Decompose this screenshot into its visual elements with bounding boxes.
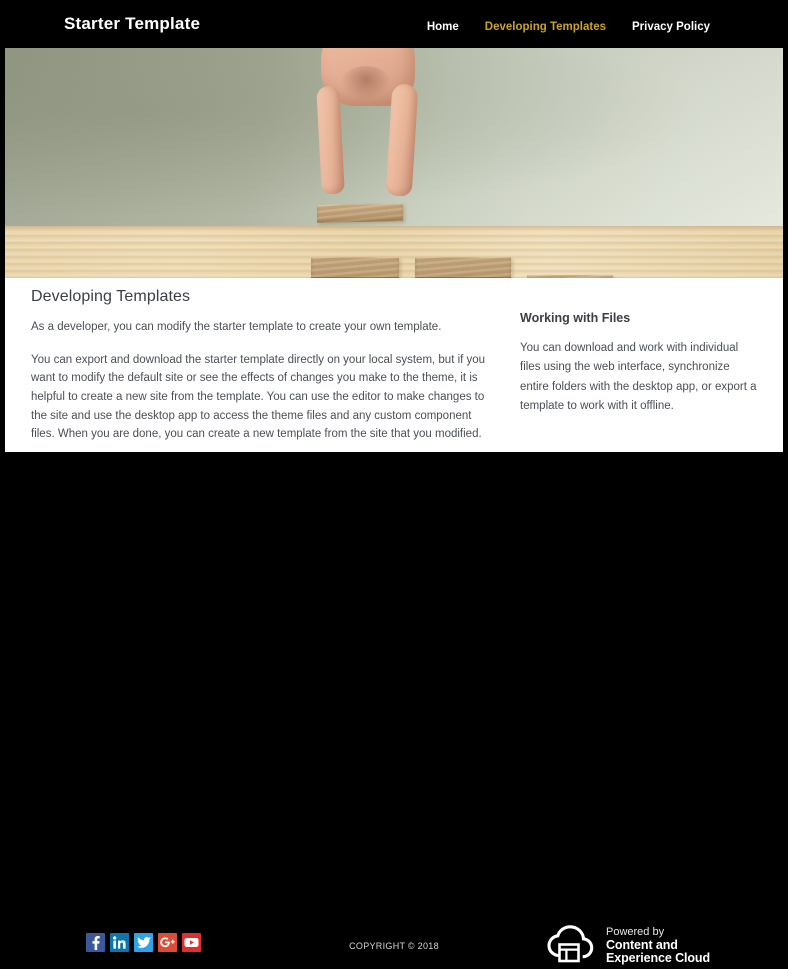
wooden-block-held: [316, 203, 404, 223]
main-navigation: Home Developing Templates Privacy Policy: [427, 21, 710, 33]
powered-by-logo: Powered by Content and Experience Cloud: [545, 924, 710, 969]
powered-by-line3: Experience Cloud: [606, 951, 710, 966]
main-paragraph-1: As a developer, you can modify the start…: [31, 321, 442, 333]
main-column: Developing Templates As a developer, you…: [31, 288, 491, 444]
hand-middle-finger: [385, 83, 419, 197]
site-header: Starter Template Home Developing Templat…: [0, 0, 788, 48]
powered-by-text: Powered by Content and Experience Cloud: [606, 926, 710, 966]
nav-link-developing-templates[interactable]: Developing Templates: [485, 21, 606, 33]
wooden-block-stack-1: [311, 257, 399, 278]
brand-title: Starter Template: [64, 14, 201, 33]
wood-grain: [311, 257, 399, 278]
wood-grain: [316, 203, 404, 223]
aside-column: Working with Files You can download and …: [520, 311, 758, 416]
aside-title: Working with Files: [520, 311, 631, 325]
page-frame: Starter Template Home Developing Templat…: [0, 0, 788, 965]
hero-banner-image: [5, 48, 783, 278]
site-footer: COPYRIGHT © 2018 Powered by Content and …: [0, 452, 788, 965]
main-content-area: Developing Templates As a developer, you…: [5, 278, 783, 452]
page-title: Developing Templates: [31, 288, 191, 305]
aside-paragraph: You can download and work with individua…: [520, 342, 757, 412]
nav-link-privacy-policy[interactable]: Privacy Policy: [632, 21, 710, 33]
powered-by-line2: Content and: [606, 937, 678, 952]
wooden-block-stack-2: [415, 257, 511, 278]
hand-knuckle-shading: [341, 66, 391, 100]
powered-by-line1: Powered by: [606, 926, 665, 939]
hand-illustration: [301, 48, 427, 216]
main-paragraph-2: You can export and download the starter …: [31, 353, 486, 441]
wood-grain: [415, 257, 511, 278]
content-cloud-icon: [545, 924, 597, 969]
nav-link-home[interactable]: Home: [427, 21, 459, 33]
